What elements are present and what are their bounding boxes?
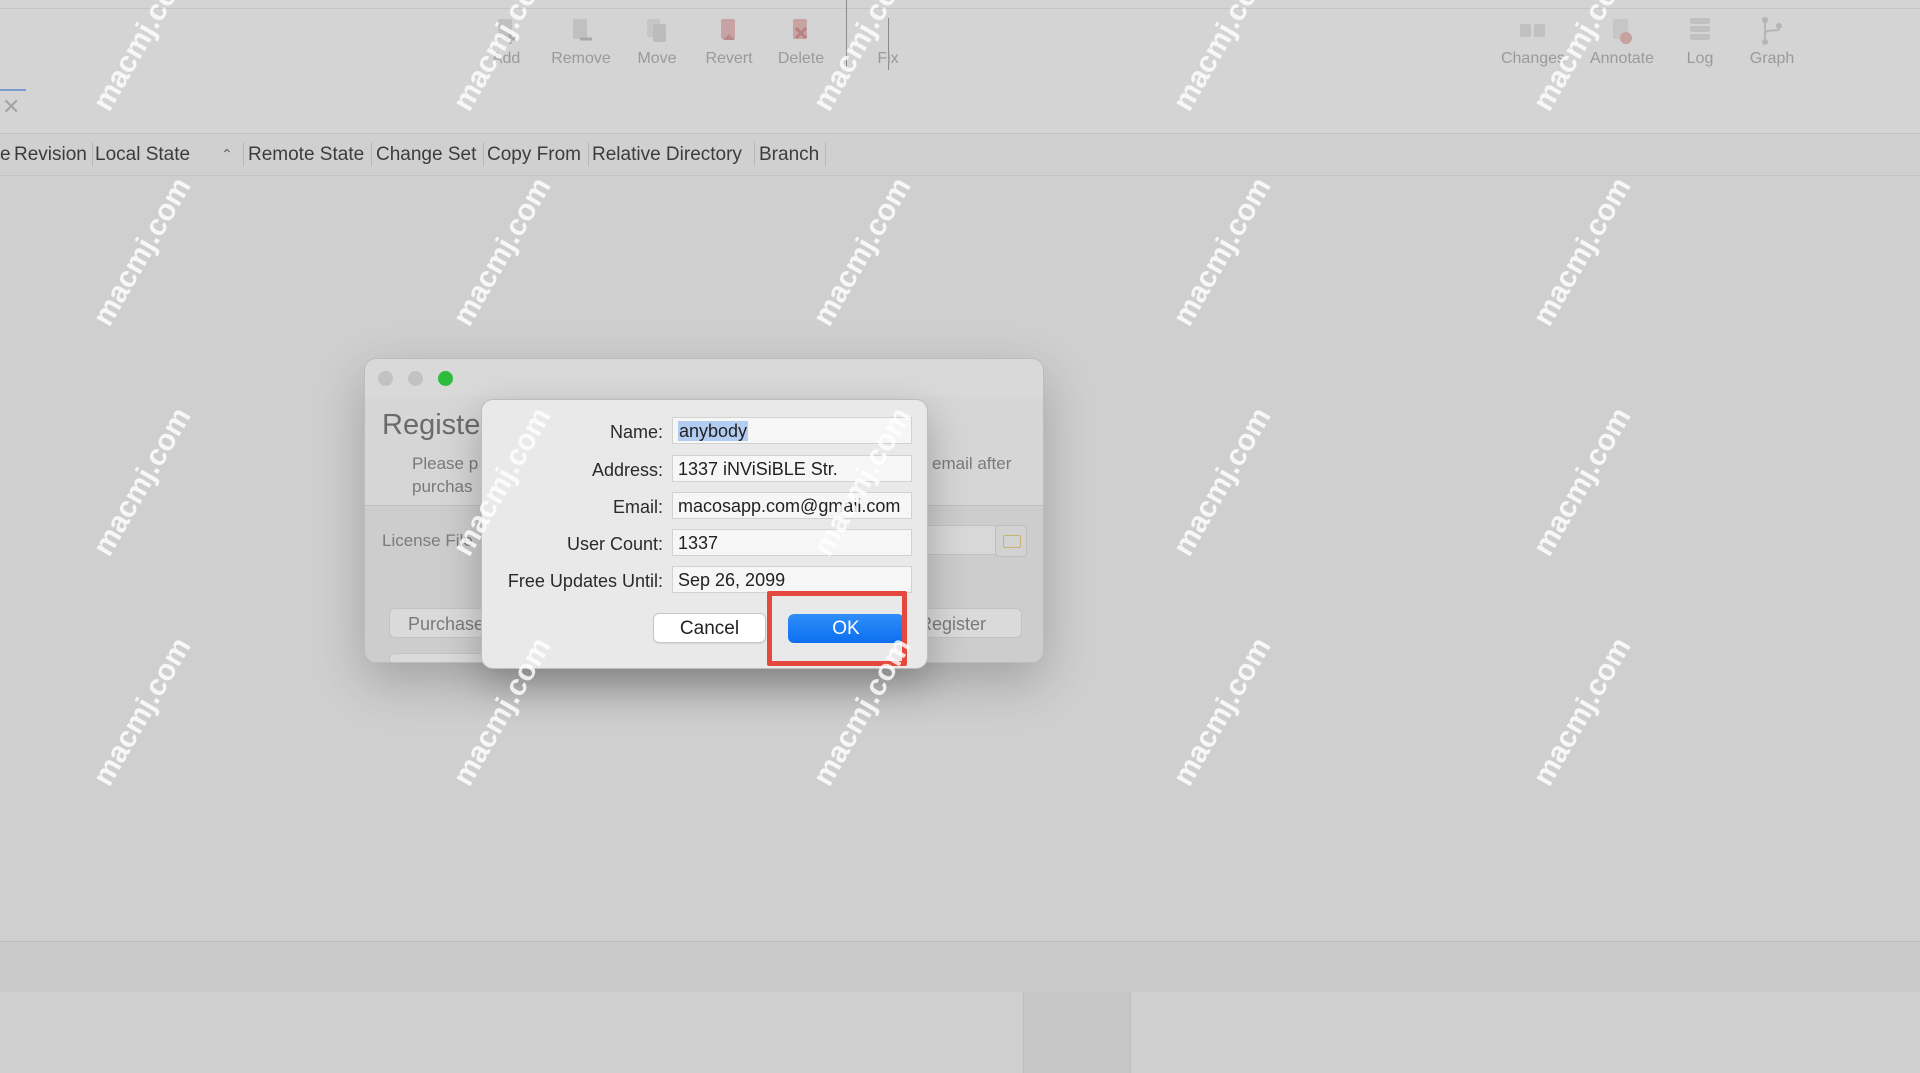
column-local-state[interactable]: Local State xyxy=(95,144,190,166)
add-button[interactable]: Add xyxy=(466,16,546,68)
revert-button[interactable]: Revert xyxy=(689,16,769,68)
graph-label: Graph xyxy=(1749,50,1795,67)
column-branch[interactable]: Branch xyxy=(759,144,819,166)
annotate-icon xyxy=(1613,19,1632,44)
column-divider xyxy=(754,142,755,166)
registration-description-line: purchas xyxy=(412,477,473,496)
registration-heading: Registe xyxy=(382,409,481,441)
column-partial[interactable]: e xyxy=(0,144,11,166)
registration-description-right: email after xyxy=(932,454,1012,473)
annotate-button[interactable]: Annotate xyxy=(1582,16,1662,68)
registration-description: Please p purchas xyxy=(412,452,478,498)
browse-license-button[interactable] xyxy=(995,525,1027,557)
column-relative-directory[interactable]: Relative Directory xyxy=(592,144,742,166)
license-file-label: License File xyxy=(382,531,473,550)
column-copy-from[interactable]: Copy From xyxy=(487,144,581,166)
window-zoom-button[interactable] xyxy=(438,371,453,386)
fix-label: Fix xyxy=(877,50,899,67)
revert-icon xyxy=(721,19,735,40)
free-updates-field[interactable]: Sep 26, 2099 xyxy=(672,566,912,593)
window-close-button[interactable] xyxy=(378,371,393,386)
user-count-field[interactable]: 1337 xyxy=(672,529,912,556)
toolbar: Add Remove Move Revert Delete Fix Change… xyxy=(0,0,1920,134)
remove-label: Remove xyxy=(551,50,611,67)
user-count-label: User Count: xyxy=(566,534,663,554)
name-value: anybody xyxy=(678,421,749,441)
name-field[interactable]: anybody xyxy=(672,417,912,444)
delete-label: Delete xyxy=(777,50,825,67)
cancel-button[interactable]: Cancel xyxy=(653,613,766,643)
folder-icon xyxy=(1003,535,1021,548)
free-updates-label: Free Updates Until: xyxy=(507,571,663,591)
column-header: e Revision Local State ⌃ Remote State Ch… xyxy=(0,134,1920,176)
changes-icon xyxy=(1520,24,1545,37)
column-divider xyxy=(588,142,589,166)
fix-button[interactable]: Fix xyxy=(848,16,928,68)
toolbar-top-divider xyxy=(0,8,1920,9)
address-field[interactable]: 1337 iNViSiBLE Str. xyxy=(672,455,912,482)
column-change-set[interactable]: Change Set xyxy=(376,144,476,166)
sort-ascending-icon: ⌃ xyxy=(221,146,233,162)
delete-icon xyxy=(793,19,808,40)
window-minimize-button[interactable] xyxy=(408,371,423,386)
remove-icon xyxy=(573,19,592,41)
changes-button[interactable]: Changes xyxy=(1493,16,1573,68)
annotate-label: Annotate xyxy=(1589,50,1655,67)
column-divider xyxy=(243,142,244,166)
move-icon xyxy=(647,19,666,42)
log-button[interactable]: Log xyxy=(1660,16,1740,68)
move-label: Move xyxy=(637,50,677,67)
status-bar xyxy=(0,941,1920,993)
graph-button[interactable]: Graph xyxy=(1732,16,1812,68)
close-icon[interactable]: ✕ xyxy=(2,96,20,118)
fix-icon xyxy=(874,16,902,46)
add-label: Add xyxy=(491,50,521,67)
toolbar-separator xyxy=(846,0,847,70)
license-file-field[interactable] xyxy=(925,525,997,555)
move-button[interactable]: Move xyxy=(617,16,697,68)
column-divider xyxy=(371,142,372,166)
column-divider xyxy=(92,142,93,166)
column-remote-state[interactable]: Remote State xyxy=(248,144,364,166)
log-label: Log xyxy=(1686,50,1714,67)
add-icon xyxy=(498,19,515,44)
column-revision[interactable]: Revision xyxy=(14,144,87,166)
log-icon xyxy=(1690,18,1710,40)
address-label: Address: xyxy=(591,460,663,480)
bottom-pane xyxy=(0,992,1920,1073)
email-label: Email: xyxy=(612,497,663,517)
changes-label: Changes xyxy=(1500,50,1566,67)
tab-indicator xyxy=(0,89,26,91)
revert-label: Revert xyxy=(705,50,753,67)
bottom-pane-splitter[interactable] xyxy=(1023,992,1131,1073)
column-divider xyxy=(483,142,484,166)
remove-button[interactable]: Remove xyxy=(541,16,621,68)
delete-button[interactable]: Delete xyxy=(761,16,841,68)
name-label: Name: xyxy=(609,422,663,442)
registration-description-line: Please p xyxy=(412,454,479,473)
graph-icon xyxy=(1762,17,1782,45)
window-titlebar xyxy=(365,359,1043,397)
email-field[interactable]: macosapp.com@gmail.com xyxy=(672,492,912,519)
column-divider xyxy=(825,142,826,166)
ok-highlight-annotation xyxy=(767,591,907,666)
